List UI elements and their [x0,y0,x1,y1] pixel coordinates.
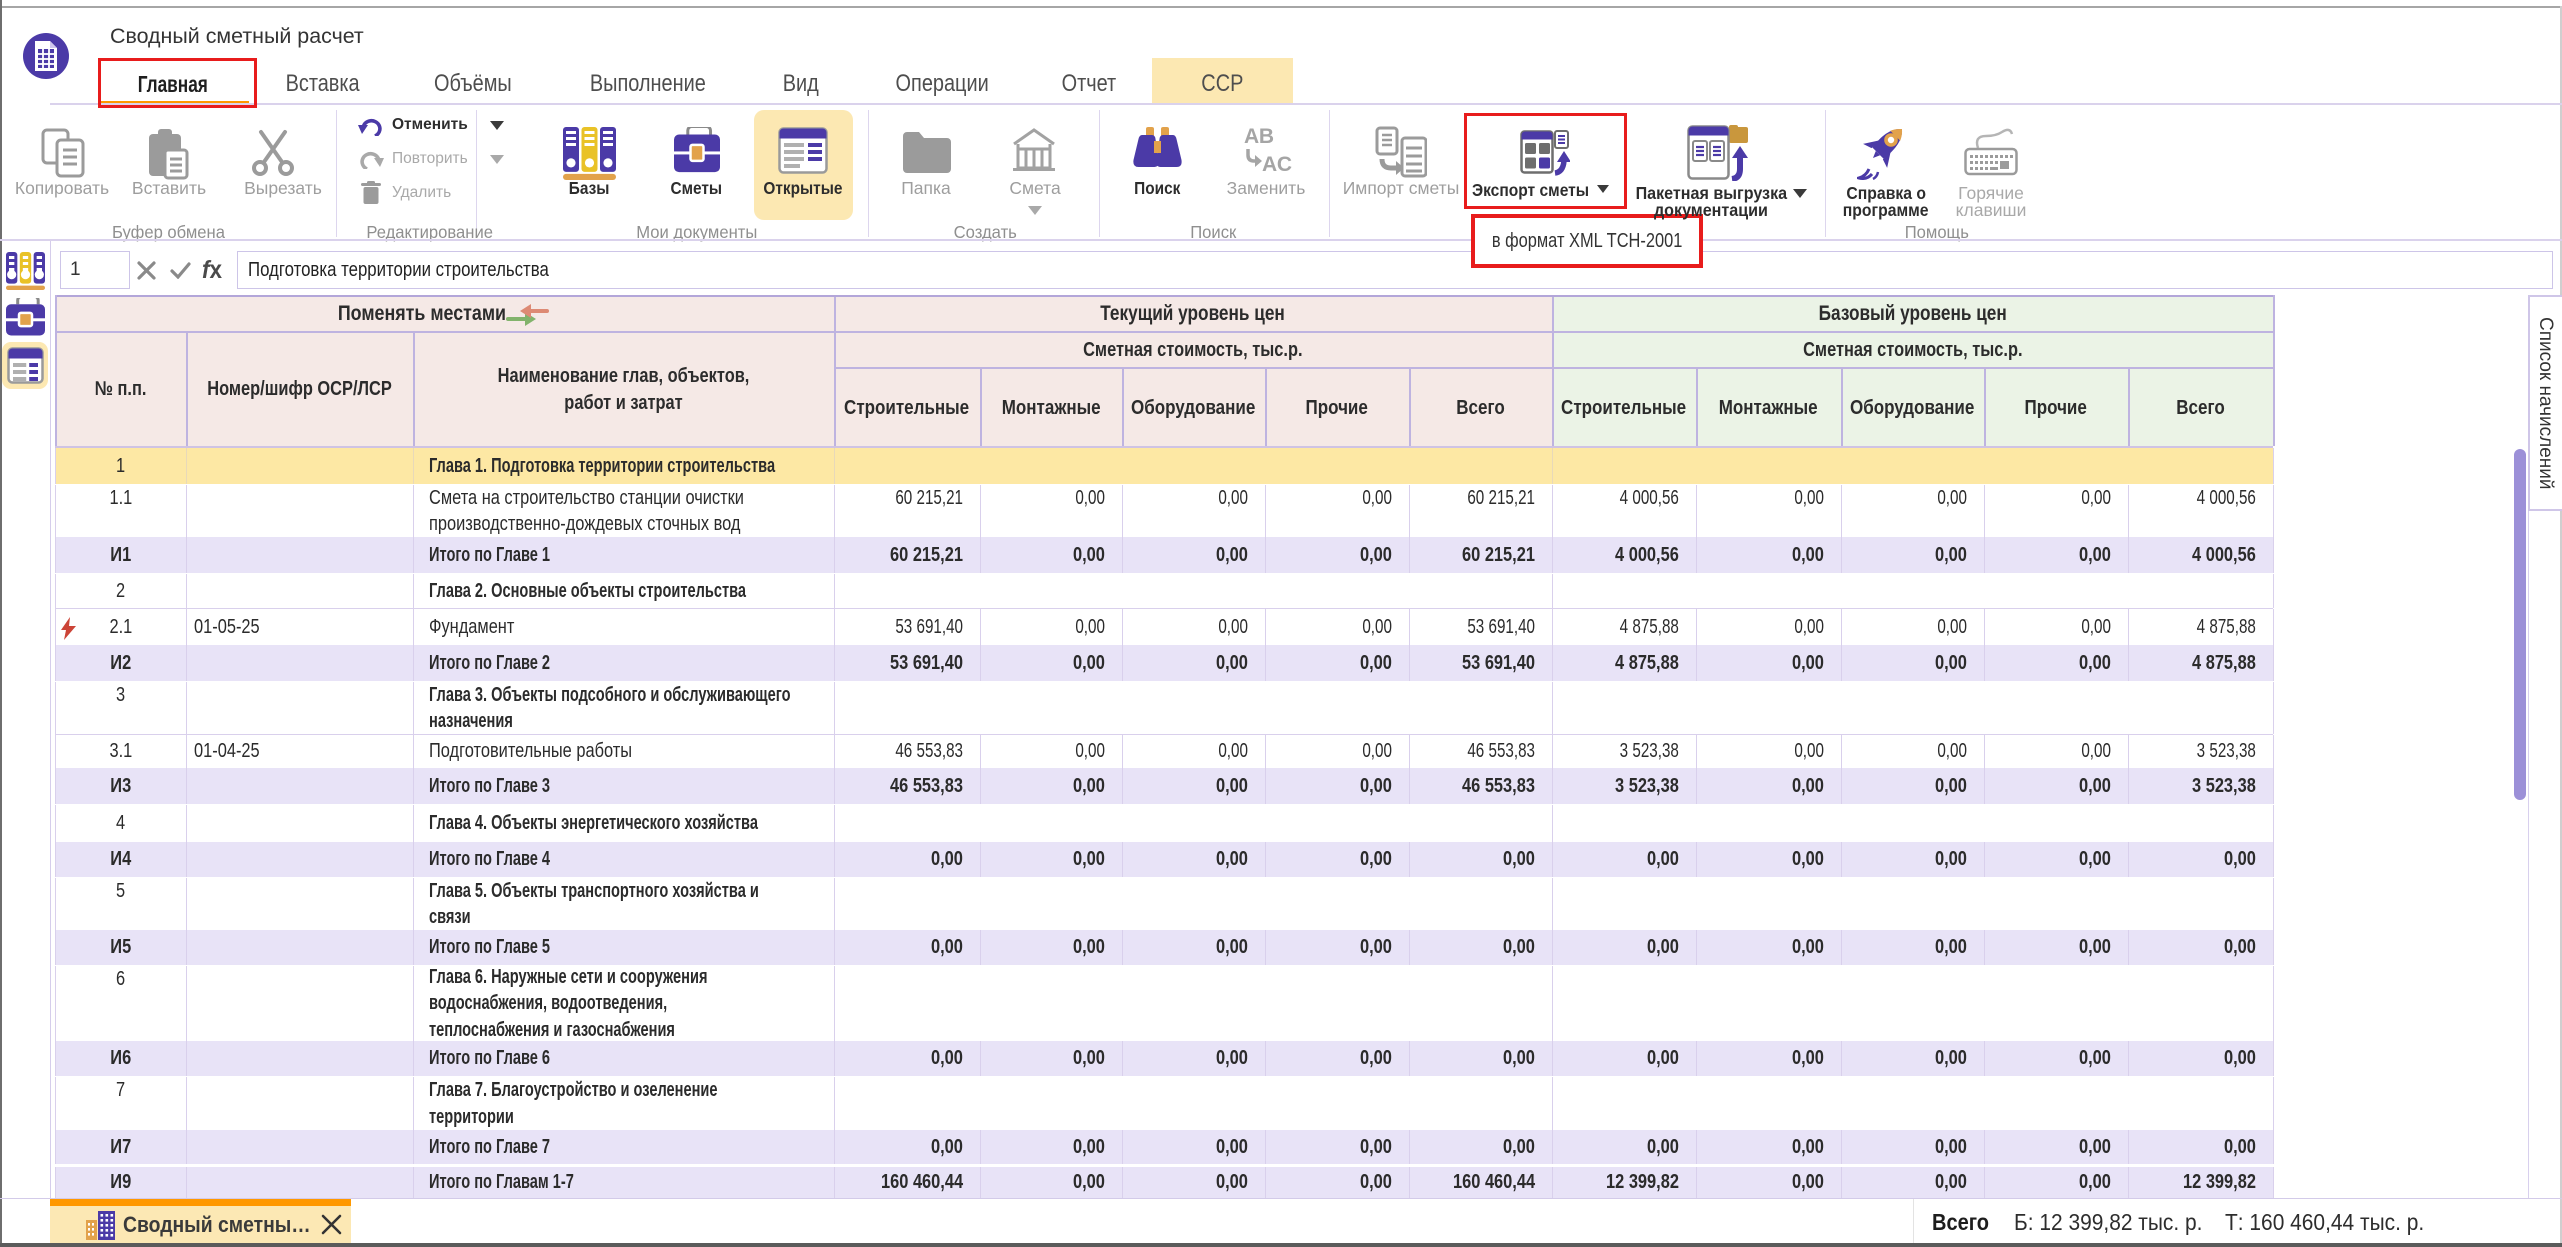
svg-text:AB: AB [1244,125,1274,148]
svg-text:AC: AC [1262,153,1292,173]
